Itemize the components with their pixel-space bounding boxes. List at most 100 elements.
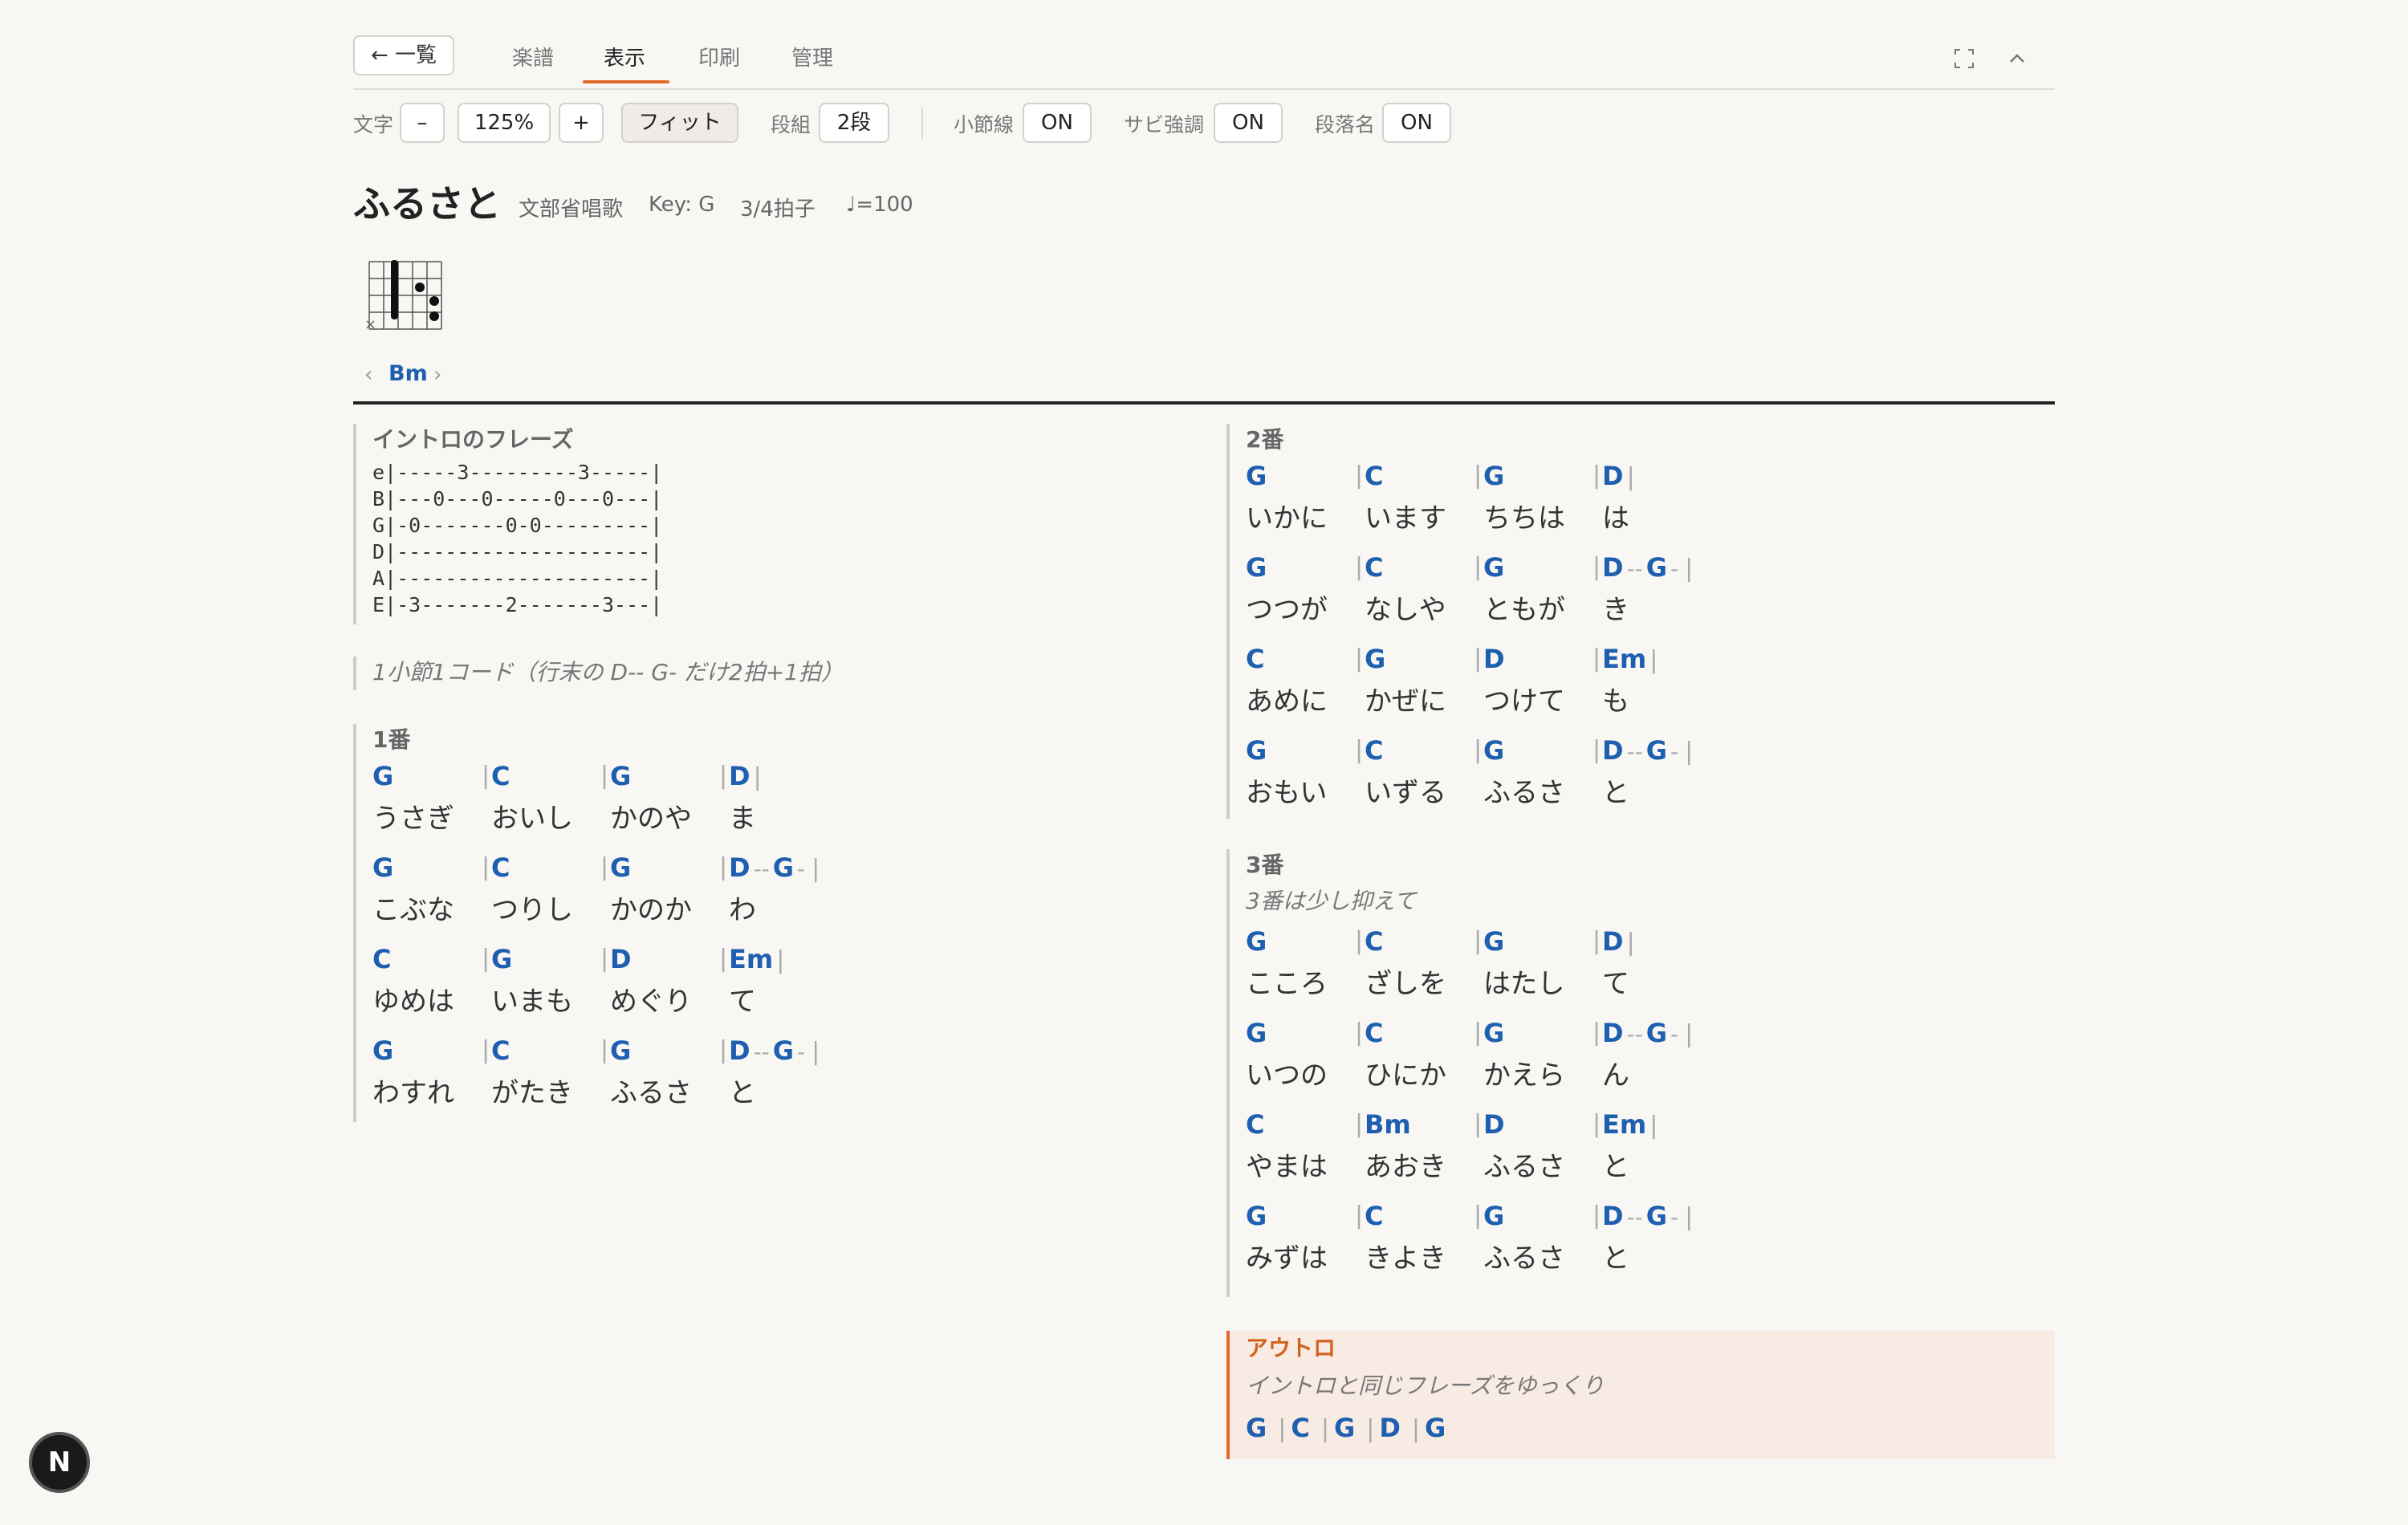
lyric-text: ふるさ xyxy=(1483,777,1565,809)
measure: D -- G - | わ xyxy=(729,848,820,936)
active-tab-indicator xyxy=(583,80,669,83)
chord-row: G xyxy=(1246,730,1327,771)
tab-manage[interactable]: 管理 xyxy=(791,42,833,71)
chord-name: C xyxy=(1246,1109,1265,1140)
barline: | xyxy=(1592,1019,1601,1047)
barline: | xyxy=(1355,462,1364,490)
measure: G かのや xyxy=(610,756,692,844)
chord-name: G xyxy=(1483,461,1505,491)
measure: C やまは xyxy=(1246,1104,1328,1193)
chord-name: C xyxy=(491,761,510,791)
barline: | xyxy=(1355,645,1364,673)
lyric-line: G みずは | C きよき | G ふるさ | D -- G - | と xyxy=(1246,1196,2055,1287)
chord-name: D xyxy=(1483,1109,1505,1140)
barline: | xyxy=(600,762,609,790)
chord-row: G xyxy=(610,848,692,888)
chord-name: G xyxy=(1246,461,1267,491)
back-to-list-button[interactable]: ← 一覧 xyxy=(353,35,454,75)
lyric-text: かのか xyxy=(610,894,692,926)
measure: G いつの xyxy=(1246,1013,1328,1101)
chord-name: D xyxy=(729,761,750,791)
chord-name: G xyxy=(1365,644,1386,674)
tab-print[interactable]: 印刷 xyxy=(698,42,740,71)
chord-row: D | xyxy=(729,756,762,796)
barline: | xyxy=(1685,1020,1694,1048)
chord-row: G xyxy=(1483,547,1565,588)
chord-row: Bm xyxy=(1365,1104,1446,1145)
text-size-decrease-button[interactable]: – xyxy=(400,103,445,143)
lyric-text: と xyxy=(729,1077,756,1109)
next-chord-button[interactable]: › xyxy=(433,363,441,387)
chord-row: Em | xyxy=(1602,1104,1658,1145)
chord-name: G xyxy=(1483,1201,1505,1231)
section-names-toggle[interactable]: ON xyxy=(1382,103,1451,143)
barline: | xyxy=(1592,553,1601,581)
prev-chord-button[interactable]: ‹ xyxy=(364,363,372,387)
barline: | xyxy=(1355,1110,1364,1138)
chorus-emphasis-toggle[interactable]: ON xyxy=(1214,103,1283,143)
barline: | xyxy=(1626,463,1635,491)
chord-name: Em xyxy=(1602,1109,1647,1140)
barlines-toggle[interactable]: ON xyxy=(1023,103,1092,143)
chord-name: C xyxy=(491,852,510,883)
section-title: 3番 xyxy=(1246,852,1284,878)
app-badge[interactable]: N xyxy=(29,1432,90,1493)
barline: | xyxy=(1626,929,1635,957)
lyric-text: も xyxy=(1602,685,1629,718)
lyric-text: ん xyxy=(1602,1059,1629,1092)
chord-name: G xyxy=(1645,735,1668,766)
lyric-text: つけて xyxy=(1483,685,1565,718)
verse-1-lines: G うさぎ | C おいし | G かのや | D | ま G こぶな | C つりし | G かのか | D -- G - | わ… xyxy=(372,756,1204,1122)
lyric-line: G おもい | C いずる | G ふるさ | D -- G - | と xyxy=(1246,730,2055,822)
text-size-increase-button[interactable]: + xyxy=(559,103,604,143)
measure: G ふるさ xyxy=(610,1031,692,1119)
lyric-text: ふるさ xyxy=(610,1077,692,1109)
section-title: アウトロ xyxy=(1246,1335,1336,1361)
barline: | xyxy=(1474,927,1483,955)
barline: | xyxy=(1592,1202,1601,1230)
song-time-signature: 3/4拍子 xyxy=(740,197,816,222)
chord-name: G xyxy=(1645,1201,1668,1231)
lyric-text: ゆめは xyxy=(372,986,454,1018)
measure: G かえら xyxy=(1483,1013,1565,1101)
expand-icon[interactable] xyxy=(1954,48,1975,69)
lyric-text: ふるさ xyxy=(1483,1151,1565,1183)
chord-row: G xyxy=(1246,921,1328,962)
lyric-text: がたき xyxy=(491,1077,573,1109)
chord-name: C xyxy=(491,1035,510,1066)
beat-dash: -- xyxy=(1626,555,1643,582)
song-title: ふるさと xyxy=(353,182,501,226)
chord-row: G xyxy=(610,756,692,796)
lyric-text: みずは xyxy=(1246,1242,1328,1275)
barline: | xyxy=(1474,1019,1483,1047)
chord-name: G xyxy=(372,761,394,791)
chord-name: D xyxy=(1379,1413,1401,1443)
chord-row: D -- G - | xyxy=(729,1031,820,1071)
beat-dash: - xyxy=(797,1039,806,1065)
barline: | xyxy=(1592,645,1601,673)
chevron-up-icon[interactable] xyxy=(2007,48,2028,69)
chord-name: D xyxy=(610,944,632,974)
columns-select[interactable]: 2段 xyxy=(819,103,889,143)
measure: C いずる xyxy=(1365,730,1446,819)
barline: | xyxy=(1649,646,1658,674)
fit-button[interactable]: フィット xyxy=(621,103,738,143)
tab-display[interactable]: 表示 xyxy=(604,42,645,71)
verse-2-lines: G いかに | C います | G ちちは | D | は G つつが | C なしや | G ともが | D -- G - | き… xyxy=(1246,456,2055,822)
chord-name: D xyxy=(1602,735,1624,766)
chord-row: D -- G - | xyxy=(1602,730,1693,771)
chord-row: C xyxy=(1365,456,1446,496)
lyric-text: やまは xyxy=(1246,1151,1328,1183)
lyric-text: おもい xyxy=(1246,777,1328,809)
measure: G わすれ xyxy=(372,1031,454,1119)
chord-row: C xyxy=(1246,1104,1328,1145)
measure: Em | て xyxy=(729,939,784,1027)
lyric-line: G いかに | C います | G ちちは | D | は xyxy=(1246,456,2055,547)
barline: | xyxy=(600,853,609,881)
barline: | xyxy=(482,853,490,881)
tab-score[interactable]: 楽譜 xyxy=(512,42,554,71)
chord-row: G xyxy=(610,1031,692,1071)
measure: G かのか xyxy=(610,848,692,936)
verse-2-section: 2番 G いかに | C います | G ちちは | D | は G つつが | C なしや | G ともが | D -- G… xyxy=(1226,424,2055,819)
measure: D めぐり xyxy=(610,939,692,1027)
